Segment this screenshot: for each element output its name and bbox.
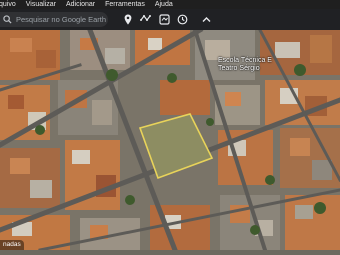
- imagery-caption: nadas: [0, 240, 24, 250]
- menu-ferramentas[interactable]: Ferramentas: [105, 0, 145, 9]
- search-icon: [3, 15, 12, 24]
- menu-adicionar[interactable]: Adicionar: [66, 0, 95, 9]
- satellite-map[interactable]: Escola Técnica E Teatro Sérgio nadas: [0, 26, 340, 254]
- tour-icon[interactable]: [176, 13, 188, 25]
- collapse-icon[interactable]: [200, 13, 212, 25]
- menu-bar: Arquivo Visualizar Adicionar Ferramentas…: [0, 0, 340, 9]
- satellite-imagery: [0, 26, 340, 254]
- menu-ajuda[interactable]: Ajuda: [155, 0, 173, 9]
- search-box[interactable]: [0, 12, 108, 27]
- place-label[interactable]: Escola Técnica E Teatro Sérgio: [218, 57, 272, 73]
- menu-visualizar[interactable]: Visualizar: [26, 0, 56, 9]
- polygon-icon[interactable]: [140, 13, 152, 25]
- path-icon[interactable]: [158, 13, 170, 25]
- search-input[interactable]: [16, 15, 106, 24]
- toolbar: [0, 9, 340, 30]
- menu-arquivo[interactable]: Arquivo: [0, 0, 16, 9]
- location-pin-icon[interactable]: [122, 13, 134, 25]
